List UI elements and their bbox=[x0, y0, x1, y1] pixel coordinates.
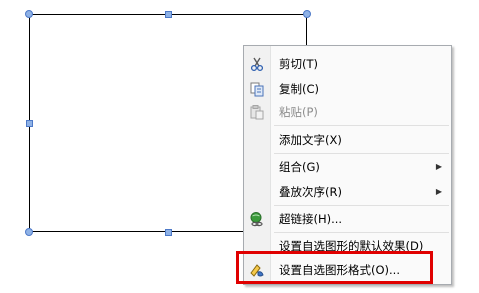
menu-item-label: 超链接(H)... bbox=[279, 212, 343, 226]
menu-separator bbox=[274, 125, 449, 126]
menu-item-add-text[interactable]: 添加文字(X) bbox=[244, 129, 451, 151]
menu-item-label: 叠放次序(R) bbox=[279, 185, 342, 199]
menu-item-label: 添加文字(X) bbox=[279, 133, 342, 147]
resize-handle-top-middle[interactable] bbox=[165, 11, 172, 18]
resize-handle-bottom-middle[interactable] bbox=[165, 229, 172, 236]
menu-item-hyperlink[interactable]: 超链接(H)... bbox=[244, 208, 451, 230]
menu-separator bbox=[274, 232, 449, 233]
menu-item-order[interactable]: 叠放次序(R) ▶ bbox=[244, 181, 451, 203]
highlight-box bbox=[236, 251, 433, 284]
scissors-icon bbox=[249, 56, 265, 72]
menu-item-label: 剪切(T) bbox=[279, 57, 318, 71]
menu-item-copy[interactable]: 复制(C) bbox=[244, 78, 451, 100]
menu-separator bbox=[274, 205, 449, 206]
context-menu: 剪切(T) 复制(C) 粘贴(P) 添加文字(X) 组合(G) ▶ 叠放次序(R… bbox=[243, 45, 452, 285]
submenu-arrow-icon: ▶ bbox=[435, 162, 442, 171]
copy-icon bbox=[249, 81, 265, 97]
resize-handle-bottom-left[interactable] bbox=[25, 228, 33, 236]
menu-item-paste[interactable]: 粘贴(P) bbox=[244, 101, 451, 123]
paste-icon bbox=[249, 104, 265, 120]
menu-separator bbox=[274, 153, 449, 154]
menu-item-label: 粘贴(P) bbox=[279, 105, 318, 119]
menu-item-label: 复制(C) bbox=[279, 82, 320, 96]
resize-handle-top-left[interactable] bbox=[25, 10, 33, 18]
menu-item-label: 组合(G) bbox=[279, 160, 320, 174]
menu-item-group[interactable]: 组合(G) ▶ bbox=[244, 156, 451, 178]
resize-handle-middle-left[interactable] bbox=[26, 120, 33, 127]
submenu-arrow-icon: ▶ bbox=[435, 187, 442, 196]
resize-handle-top-right[interactable] bbox=[303, 10, 311, 18]
menu-item-cut[interactable]: 剪切(T) bbox=[244, 53, 451, 75]
hyperlink-globe-icon bbox=[249, 211, 265, 227]
